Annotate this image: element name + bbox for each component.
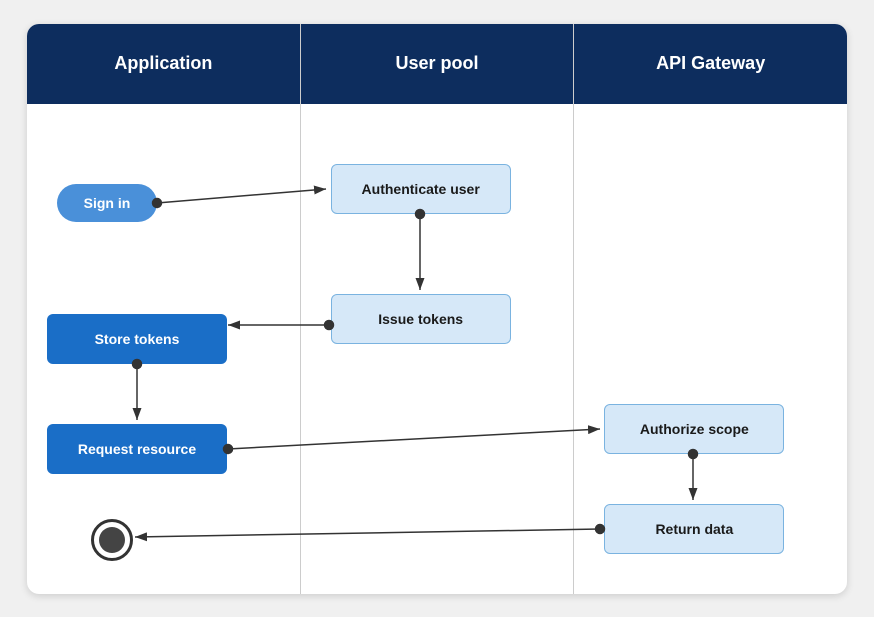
authenticate-user-node: Authenticate user (331, 164, 511, 214)
lane-application-header: Application (27, 24, 300, 104)
lane-user-pool: User pool Authenticate user Issue tokens (301, 24, 575, 594)
lane-api-gateway: API Gateway Authorize scope Return data (574, 24, 847, 594)
lane-user-pool-body: Authenticate user Issue tokens (301, 104, 574, 594)
end-node (91, 519, 133, 561)
lane-application-body: Sign in Store tokens Request resource (27, 104, 300, 594)
lane-api-gateway-label: API Gateway (656, 53, 765, 74)
store-tokens-node: Store tokens (47, 314, 227, 364)
lane-application: Application Sign in Store tokens Request… (27, 24, 301, 594)
issue-tokens-node: Issue tokens (331, 294, 511, 344)
lane-api-gateway-body: Authorize scope Return data (574, 104, 847, 594)
diagram-container: Application Sign in Store tokens Request… (27, 24, 847, 594)
end-node-inner (99, 527, 125, 553)
lane-application-label: Application (114, 53, 212, 74)
authorize-scope-node: Authorize scope (604, 404, 784, 454)
lane-user-pool-header: User pool (301, 24, 574, 104)
request-resource-node: Request resource (47, 424, 227, 474)
lane-api-gateway-header: API Gateway (574, 24, 847, 104)
sign-in-node: Sign in (57, 184, 157, 222)
lane-user-pool-label: User pool (396, 53, 479, 74)
return-data-node: Return data (604, 504, 784, 554)
